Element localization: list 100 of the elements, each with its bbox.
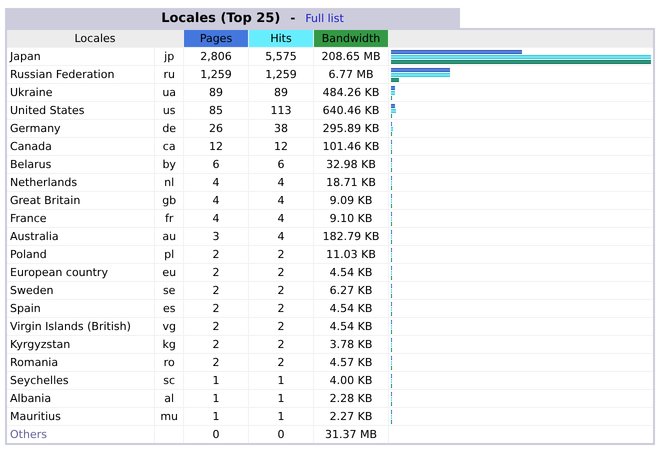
table-cell: 2 xyxy=(248,318,314,336)
table-cell: 1 xyxy=(248,408,314,426)
table-cell: al xyxy=(154,390,184,408)
table-cell: 2.28 KB xyxy=(314,390,388,408)
column-header: Pages xyxy=(184,29,248,48)
table-cell: 26 xyxy=(184,120,248,138)
table-cell: 113 xyxy=(248,102,314,120)
table-cell: Japan xyxy=(6,48,155,66)
table-cell: pl xyxy=(154,246,184,264)
table-cell: United States xyxy=(6,102,155,120)
table-cell: Albania xyxy=(6,390,155,408)
table-cell: by xyxy=(154,156,184,174)
table-cell: 208.65 MB xyxy=(314,48,388,66)
table-cell: 18.71 KB xyxy=(314,174,388,192)
table-cell: 2 xyxy=(184,318,248,336)
table-cell: Kyrgyzstan xyxy=(6,336,155,354)
others-link[interactable]: Others xyxy=(6,426,155,444)
table-cell: 6 xyxy=(248,156,314,174)
table-cell: 2 xyxy=(248,354,314,372)
table-cell: Netherlands xyxy=(6,174,155,192)
table-cell: se xyxy=(154,282,184,300)
table-cell: 4.54 KB xyxy=(314,264,388,282)
table-cell: 4 xyxy=(248,192,314,210)
table-cell: 1,259 xyxy=(184,66,248,84)
table-cell: 2 xyxy=(184,354,248,372)
table-cell: Romania xyxy=(6,354,155,372)
table-cell: 1 xyxy=(184,390,248,408)
table-cell: 4.54 KB xyxy=(314,318,388,336)
table-cell: nl xyxy=(154,174,184,192)
table-cell: Russian Federation xyxy=(6,66,155,84)
table-cell: Belarus xyxy=(6,156,155,174)
table-cell: 12 xyxy=(184,138,248,156)
table-cell: ca xyxy=(154,138,184,156)
table-cell: 295.89 KB xyxy=(314,120,388,138)
table-cell: 12 xyxy=(248,138,314,156)
table-cell: jp xyxy=(154,48,184,66)
table-cell: kg xyxy=(154,336,184,354)
table-cell: 2,806 xyxy=(184,48,248,66)
table-cell: European country xyxy=(6,264,155,282)
table-cell: 2 xyxy=(184,264,248,282)
table-cell: ro xyxy=(154,354,184,372)
table-cell: 1 xyxy=(248,372,314,390)
table-cell: Great Britain xyxy=(6,192,155,210)
table-cell: Germany xyxy=(6,120,155,138)
table-cell: 3.78 KB xyxy=(314,336,388,354)
table-cell: 4.57 KB xyxy=(314,354,388,372)
table-cell: 9.09 KB xyxy=(314,192,388,210)
table-cell: 0 xyxy=(184,426,248,444)
table-cell: Canada xyxy=(6,138,155,156)
table-cell: 2 xyxy=(184,336,248,354)
table-cell: 182.79 KB xyxy=(314,228,388,246)
table-cell: 1 xyxy=(184,408,248,426)
table-cell: 4 xyxy=(248,228,314,246)
column-header: Bandwidth xyxy=(314,29,388,48)
table-cell: de xyxy=(154,120,184,138)
table-cell: 2 xyxy=(248,282,314,300)
table-cell: 4 xyxy=(184,192,248,210)
table-cell: 1 xyxy=(184,372,248,390)
table-cell: 4 xyxy=(248,210,314,228)
table-cell: 6.77 MB xyxy=(314,66,388,84)
table-cell: 9.10 KB xyxy=(314,210,388,228)
table-cell: 38 xyxy=(248,120,314,138)
table-cell: 32.98 KB xyxy=(314,156,388,174)
table-cell: Virgin Islands (British) xyxy=(6,318,155,336)
table-cell: 89 xyxy=(184,84,248,102)
table-cell: 6.27 KB xyxy=(314,282,388,300)
table-cell: 4 xyxy=(184,174,248,192)
full-list-link[interactable]: Full list xyxy=(305,12,344,25)
table-cell: 101.46 KB xyxy=(314,138,388,156)
table-cell: 0 xyxy=(248,426,314,444)
table-cell: 3 xyxy=(184,228,248,246)
table-cell: France xyxy=(6,210,155,228)
table-cell: 89 xyxy=(248,84,314,102)
table-cell: ua xyxy=(154,84,184,102)
table-cell: Ukraine xyxy=(6,84,155,102)
table-cell: 484.26 KB xyxy=(314,84,388,102)
table-cell: Sweden xyxy=(6,282,155,300)
table-cell: 2 xyxy=(184,300,248,318)
table-cell: 640.46 KB xyxy=(314,102,388,120)
table-cell: es xyxy=(154,300,184,318)
table-cell: 6 xyxy=(184,156,248,174)
table-cell: Australia xyxy=(6,228,155,246)
column-header: Hits xyxy=(248,29,314,48)
table-cell: au xyxy=(154,228,184,246)
table-cell: 4 xyxy=(248,174,314,192)
table-cell: 4.54 KB xyxy=(314,300,388,318)
table-cell: ru xyxy=(154,66,184,84)
table-cell: 2 xyxy=(184,282,248,300)
table-cell: mu xyxy=(154,408,184,426)
table-cell: 31.37 MB xyxy=(314,426,388,444)
table-cell: 1,259 xyxy=(248,66,314,84)
table-cell: Poland xyxy=(6,246,155,264)
table-cell: gb xyxy=(154,192,184,210)
table-cell: Mauritius xyxy=(6,408,155,426)
table-cell: 2 xyxy=(248,246,314,264)
table-cell: 2 xyxy=(184,246,248,264)
table-cell: 2 xyxy=(248,264,314,282)
table-cell: fr xyxy=(154,210,184,228)
table-cell: 11.03 KB xyxy=(314,246,388,264)
table-cell: eu xyxy=(154,264,184,282)
